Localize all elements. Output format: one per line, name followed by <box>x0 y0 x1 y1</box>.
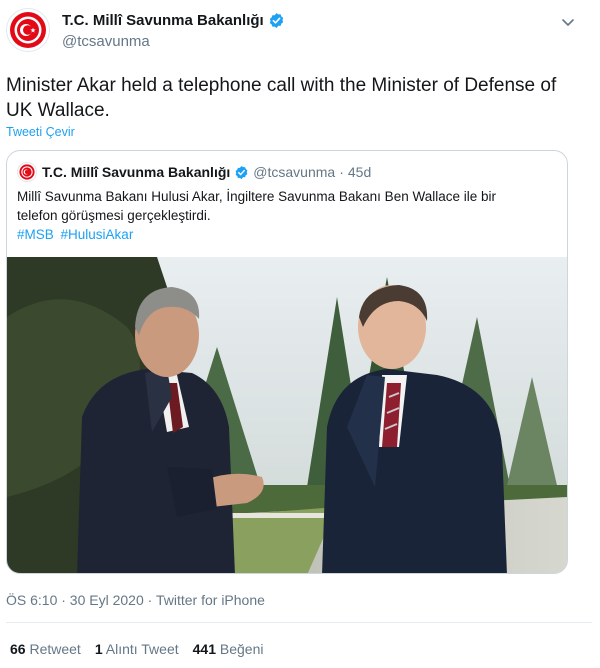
quoted-age: 45d <box>347 164 372 180</box>
author-name-row[interactable]: T.C. Millî Savunma Bakanlığı <box>62 12 285 29</box>
quote-tweets-stat[interactable]: 1 Alıntı Tweet <box>95 641 179 657</box>
hashtag-link[interactable]: #HulusiAkar <box>61 227 134 242</box>
divider <box>6 622 592 623</box>
likes-label: Beğeni <box>216 641 264 657</box>
quoted-tweet-card[interactable]: T.C. Millî Savunma Bakanlığı @tcsavunma … <box>6 150 568 574</box>
retweets-label: Retweet <box>25 641 81 657</box>
translate-tweet-link[interactable]: Tweeti Çevir <box>6 125 75 139</box>
verified-badge-icon <box>235 165 248 179</box>
emblem-logo-icon <box>10 12 46 48</box>
retweets-count: 66 <box>10 641 26 657</box>
emblem-logo-icon <box>19 164 35 180</box>
quoted-tweet-text: Millî Savunma Bakanı Hulusi Akar, İngilt… <box>17 189 496 223</box>
tweet-meta: ÖS 6:10 · 30 Eyl 2020 · Twitter for iPho… <box>6 592 265 608</box>
tweet-stats: 66 Retweet 1 Alıntı Tweet 441 Beğeni <box>10 641 277 657</box>
quoted-tweet-photo[interactable] <box>7 257 567 574</box>
quoted-hashtags: #MSB #HulusiAkar <box>17 225 136 244</box>
meta-separator: · <box>143 592 156 608</box>
quoted-avatar <box>17 162 37 182</box>
quoted-display-name: T.C. Millî Savunma Bakanlığı <box>42 164 231 180</box>
avatar[interactable] <box>6 8 50 52</box>
verified-badge-icon <box>269 13 283 28</box>
author-handle[interactable]: @tcsavunma <box>62 33 150 50</box>
chevron-down-icon[interactable] <box>558 12 578 32</box>
display-name[interactable]: T.C. Millî Savunma Bakanlığı <box>62 12 264 29</box>
quotes-count: 1 <box>94 641 103 657</box>
quoted-handle: @tcsavunma <box>253 164 336 180</box>
quoted-separator: · <box>339 164 344 180</box>
hashtag-link[interactable]: #MSB <box>17 227 54 242</box>
tweet-text: Minister Akar held a telephone call with… <box>6 75 557 121</box>
retweets-stat[interactable]: 66 Retweet <box>10 641 81 657</box>
tweet-timestamp[interactable]: ÖS 6:10 · 30 Eyl 2020 <box>6 592 144 608</box>
quoted-tweet-header: T.C. Millî Savunma Bakanlığı @tcsavunma … <box>17 162 371 182</box>
tweet-source[interactable]: Twitter for iPhone <box>156 592 265 608</box>
likes-count: 441 <box>192 641 216 657</box>
likes-stat[interactable]: 441 Beğeni <box>193 641 264 657</box>
quotes-label: Alıntı Tweet <box>102 641 179 657</box>
